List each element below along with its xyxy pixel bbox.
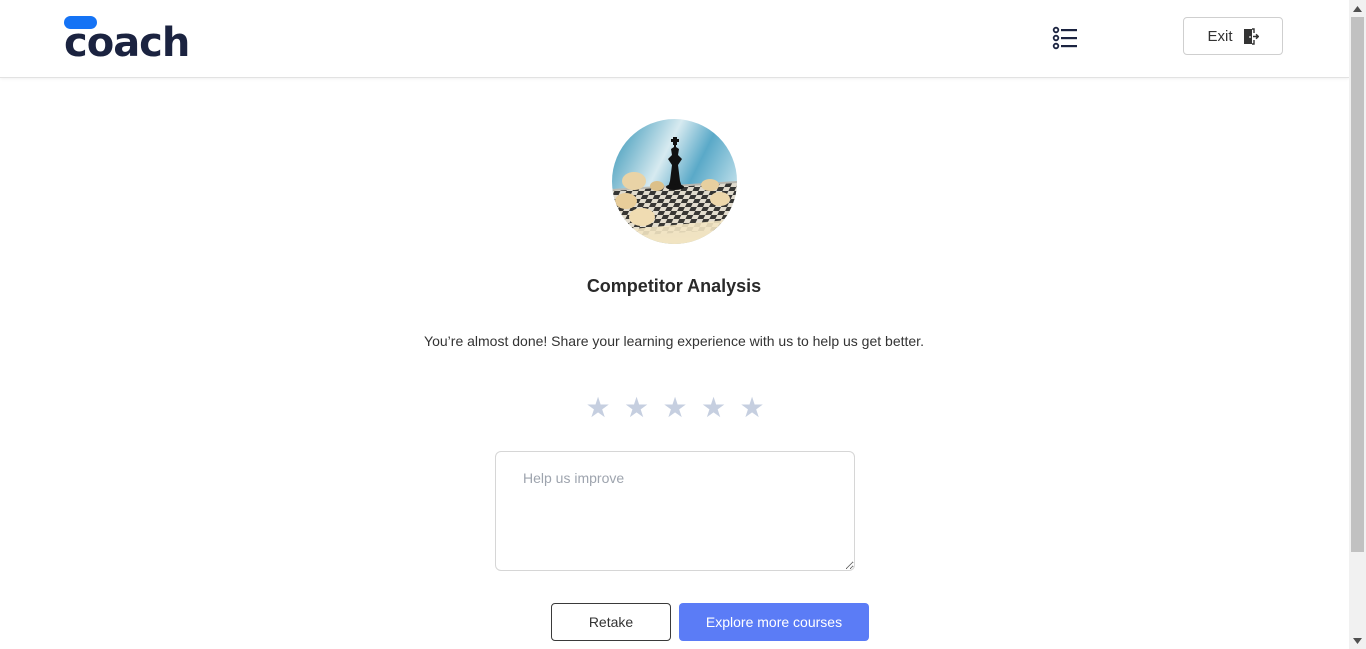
- page: coach Exit Competitor Analysis You’re al…: [0, 0, 1349, 649]
- star-icon[interactable]: ★: [582, 392, 614, 424]
- course-title: Competitor Analysis: [586, 276, 762, 296]
- star-icon[interactable]: ★: [736, 392, 768, 424]
- list-icon: [1052, 26, 1077, 50]
- explore-more-courses-button[interactable]: Explore more courses: [679, 603, 869, 641]
- star-icon[interactable]: ★: [621, 392, 653, 424]
- star-icon[interactable]: ★: [698, 392, 730, 424]
- coach-logo[interactable]: coach: [64, 15, 190, 65]
- scroll-up-arrow-icon[interactable]: [1349, 0, 1366, 17]
- course-image: [612, 119, 737, 244]
- star-rating: ★ ★ ★ ★ ★: [582, 392, 768, 424]
- scroll-down-arrow-icon[interactable]: [1349, 632, 1366, 649]
- retake-button[interactable]: Retake: [551, 603, 671, 641]
- vertical-scrollbar[interactable]: [1349, 0, 1366, 649]
- exit-label: Exit: [1207, 27, 1233, 45]
- scrollbar-thumb[interactable]: [1351, 17, 1364, 552]
- feedback-prompt: You’re almost done! Share your learning …: [424, 333, 924, 349]
- logo-text: coach: [64, 20, 190, 66]
- top-bar: coach Exit: [0, 0, 1349, 78]
- exit-button[interactable]: Exit: [1183, 17, 1283, 55]
- feedback-textarea[interactable]: [495, 451, 855, 571]
- star-icon[interactable]: ★: [659, 392, 691, 424]
- door-exit-icon: [1243, 27, 1259, 45]
- chess-king-photo: [612, 119, 737, 244]
- menu-list-icon[interactable]: [1052, 26, 1078, 50]
